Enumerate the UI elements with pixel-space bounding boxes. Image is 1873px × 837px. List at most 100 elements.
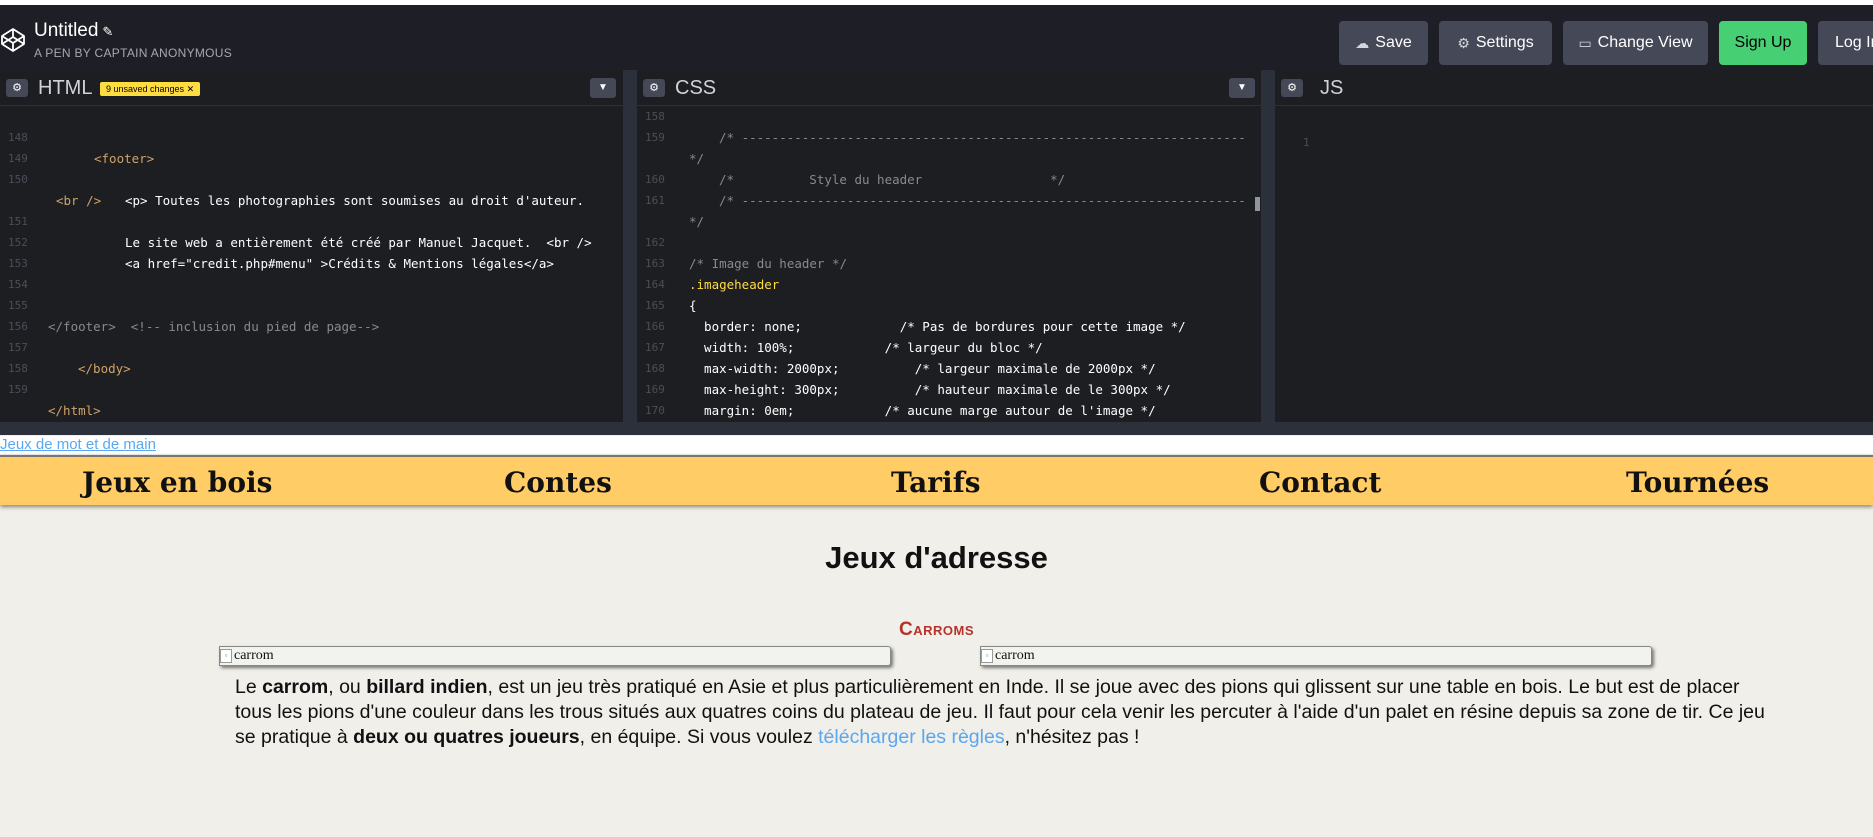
code-line: 151 Le site web a entièrement été créé p… [0,190,623,250]
codepen-header: Untitled ✎ A PEN BY CAPTAIN ANONYMOUS ☁ S… [0,5,1873,70]
code-text: margin: 0em; /* aucune marge autour de l… [689,403,1156,418]
preview-resize-bar[interactable] [0,422,1873,435]
html-code[interactable]: 148 <footer> 149 150 <p> Toutes les phot… [0,106,623,422]
code-line: 164 .imageheader [637,274,1261,295]
pen-author: A PEN BY CAPTAIN ANONYMOUS [34,46,233,60]
code-text: max-width: 2000px; /* largeur maximale d… [689,361,1156,376]
code-line: */ [637,148,1261,169]
download-rules-link[interactable]: télécharger les règles [818,726,1004,748]
pane-resize-handle[interactable] [623,70,637,422]
pane-resize-handle[interactable] [1261,70,1275,422]
code-line: 155 </footer> <!-- inclusion du pied de … [0,274,623,334]
html-pane-title: HTML [38,77,93,99]
code-text: */ [689,214,705,229]
line-number: 158 [645,110,665,123]
broken-image-icon: ▫ [220,649,232,663]
code-line: 169 max-height: 300px; /* hauteur maxima… [637,379,1261,400]
code-line: 162 [637,232,1261,253]
editor-area: ⚙ HTML 9 unsaved changes ✕ ▼ 148 <footer… [0,70,1873,422]
codepen-logo-icon[interactable] [0,27,26,53]
css-settings-gear-icon[interactable]: ⚙ [643,79,665,97]
code-text: max-height: 300px; /* hauteur maximale d… [689,382,1171,397]
line-number: 159 [645,131,665,144]
line-number: 159 [8,383,28,396]
code-line: 157 </body> [0,316,623,376]
line-number: 164 [645,278,665,291]
broken-image-icon: ▫ [981,649,993,663]
para-text: , en équipe. Si vous voulez [579,726,819,748]
code-line: 163 /* Image du header */ [637,253,1261,274]
code-text: */ [689,151,705,166]
line-number: 169 [645,383,665,396]
para-bold: billard indien [366,676,488,698]
para-bold: carrom [262,676,329,698]
code-line: 148 <footer> [0,106,623,166]
nav-item-contes[interactable]: Contes [504,466,612,499]
js-pane-title: JS [1320,77,1344,99]
css-collapse-chevron-icon[interactable]: ▼ [1229,78,1255,98]
preview-frame: Jeux de mot et de main Jeux en bois Cont… [0,435,1873,837]
nav-item-jeux-en-bois[interactable]: Jeux en bois [82,466,272,499]
code-line: <br /> [0,169,623,208]
line-number: 160 [645,173,665,186]
para-bold: deux ou quatres joueurs [353,726,580,748]
code-line: */ [637,211,1261,232]
edit-pencil-icon[interactable]: ✎ [102,24,113,39]
skip-link[interactable]: Jeux de mot et de main [0,436,1873,454]
page-heading: Jeux d'adresse [825,540,1048,575]
css-pane-title: CSS [675,77,717,99]
line-number: 166 [645,320,665,333]
html-editor-pane: ⚙ HTML 9 unsaved changes ✕ ▼ 148 <footer… [0,70,623,422]
code-line: 159 /* ----------------------------------… [637,127,1261,148]
code-text: .imageheader [689,277,780,292]
code-line: 153 [0,232,623,270]
js-code[interactable]: 1 [1275,106,1873,422]
html-settings-gear-icon[interactable]: ⚙ [6,79,28,97]
description-paragraph: Le carrom, ou billard indien, est un jeu… [235,675,1765,750]
line-number: 167 [645,341,665,354]
js-settings-gear-icon[interactable]: ⚙ [1281,79,1303,97]
line-number: 161 [645,194,665,207]
close-icon[interactable]: ✕ [187,84,195,94]
line-number: 162 [645,236,665,249]
log-in-label: Log In [1835,34,1873,51]
pen-title[interactable]: Untitled ✎ [34,20,113,42]
line-number: 165 [645,299,665,312]
nav-item-contact[interactable]: Contact [1259,466,1381,499]
code-text: width: 100%; /* largeur du bloc */ [689,340,1043,355]
nav-item-tournees[interactable]: Tournées [1626,466,1769,499]
css-scrollbar[interactable] [1255,197,1260,211]
code-line: 158 [637,106,1261,127]
code-text: { [689,298,697,313]
carrom-image-1: ▫ carrom [219,646,891,666]
line-number: 168 [645,362,665,375]
settings-button[interactable]: ⚙ Settings [1439,21,1552,65]
code-text: border: none; /* Pas de bordures pour ce… [689,319,1186,334]
nav-item-tarifs[interactable]: Tarifs [891,466,981,499]
css-code[interactable]: 158 159 /* ------------------------------… [637,106,1261,422]
cloud-icon: ☁ [1355,34,1370,51]
change-view-label: Change View [1597,34,1693,51]
unsaved-changes-badge[interactable]: 9 unsaved changes ✕ [100,82,201,96]
html-pane-header: ⚙ HTML 9 unsaved changes ✕ ▼ [0,70,623,106]
code-line: 165 { [637,295,1261,316]
unsaved-changes-text: 9 unsaved changes [106,84,185,94]
gear-icon: ⚙ [1457,34,1470,51]
para-text: , n'hésitez pas ! [1004,726,1140,748]
section-heading: Carroms [899,619,974,640]
js-pane-header: ⚙ JS [1275,70,1873,106]
code-text: /* -------------------------------------… [719,130,1246,145]
code-line: 154 [0,253,623,291]
code-line: 150 <p> Toutes les photographies sont so… [0,148,623,208]
sign-up-button[interactable]: Sign Up [1719,21,1807,65]
pen-title-text[interactable]: Untitled [34,20,98,41]
js-editor-pane: ⚙ JS 1 [1275,70,1873,422]
html-collapse-chevron-icon[interactable]: ▼ [590,78,616,98]
change-view-button[interactable]: ▭ Change View [1563,21,1708,65]
layout-icon: ▭ [1578,34,1592,51]
line-number: 1 [1303,136,1310,149]
carrom-image-2: ▫ carrom [980,646,1652,666]
save-button[interactable]: ☁ Save [1339,21,1428,65]
image-alt-text: carrom [234,648,274,663]
log-in-button[interactable]: Log In [1818,21,1873,65]
